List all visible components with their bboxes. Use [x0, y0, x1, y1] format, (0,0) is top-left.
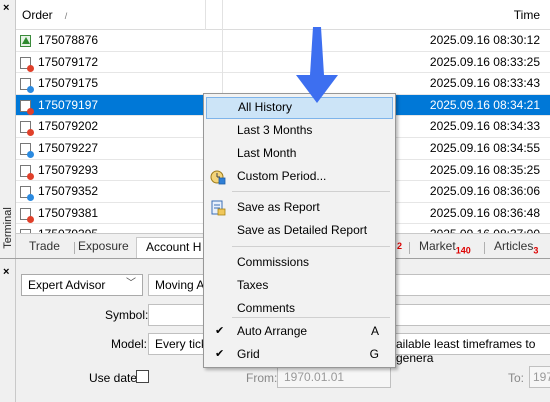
down-arrow-icon: [296, 27, 338, 103]
to-label: To:: [508, 371, 525, 385]
buy-icon: [20, 35, 31, 47]
shortcut-key: A: [370, 324, 379, 338]
articles-badge: 3: [533, 245, 539, 256]
menu-item-grid[interactable]: ✔ Grid G: [206, 344, 393, 366]
tab-articles[interactable]: Articles3: [485, 237, 547, 258]
tab-exposure[interactable]: Exposure: [69, 237, 138, 258]
sort-indicator-icon: /: [64, 11, 68, 21]
menu-item-last-3-months[interactable]: Last 3 Months: [206, 120, 393, 142]
menu-item-commissions[interactable]: Commissions: [206, 252, 393, 274]
tab-market[interactable]: Market140: [410, 237, 480, 258]
time-cell: 2025.09.16 08:34:55: [429, 140, 540, 155]
save-report-icon: [211, 200, 226, 216]
sell-blue-icon: [20, 142, 34, 158]
order-cell: 175079227: [38, 140, 99, 155]
sell-blue-icon: [20, 78, 34, 94]
time-cell: 2025.09.16 08:33:43: [429, 76, 540, 91]
order-cell: 175079395: [38, 224, 98, 233]
sell-stop-icon: [20, 99, 34, 115]
time-cell: 2025.09.16 08:30:12: [429, 33, 540, 47]
model-label: Model:: [111, 337, 148, 351]
terminal-sidebar: × Terminal: [0, 0, 16, 258]
time-cell: 2025.09.16 08:34:21: [429, 97, 540, 112]
order-cell: 175079175: [38, 76, 99, 91]
order-cell: 175078876: [38, 33, 99, 47]
from-label: From:: [246, 371, 278, 385]
column-header-time[interactable]: Time: [514, 8, 540, 22]
order-cell: 175079172: [38, 54, 99, 69]
table-row[interactable]: 175079172 2025.09.16 08:33:25: [16, 52, 550, 74]
tester-mode-select[interactable]: Expert Advisor ﹀: [21, 274, 143, 296]
menu-item-taxes[interactable]: Taxes: [206, 275, 393, 297]
tab-account-history[interactable]: Account H: [136, 237, 212, 258]
menu-separator: [232, 191, 390, 192]
model-hint: ailable least timeframes to genera: [396, 337, 536, 365]
order-cell: 175079352: [38, 184, 99, 199]
time-cell: 2025.09.16 08:37:00: [430, 224, 540, 233]
close-icon[interactable]: ×: [3, 3, 9, 14]
order-cell: 175079202: [38, 119, 99, 134]
sell-stop-icon: [20, 56, 34, 72]
sell-stop-icon: [20, 164, 34, 180]
history-context-menu: All History Last 3 Months Last Month Cus…: [203, 93, 396, 368]
check-icon: ✔: [215, 325, 225, 337]
tab-trade[interactable]: Trade: [20, 237, 69, 258]
use-date-label: Use date: [89, 371, 138, 385]
order-cell: 175079293: [38, 162, 99, 177]
menu-separator: [232, 317, 390, 318]
time-cell: 2025.09.16 08:35:25: [429, 162, 540, 177]
menu-item-save-as-report[interactable]: Save as Report: [206, 197, 393, 219]
order-cell: 175079381: [38, 205, 99, 220]
column-header-order[interactable]: Order /: [16, 0, 206, 30]
close-icon[interactable]: ×: [3, 267, 9, 278]
symbol-label: Symbol:: [105, 308, 149, 322]
menu-separator: [232, 246, 390, 247]
calendar-clock-icon: [210, 170, 226, 185]
menu-item-save-as-detailed-report[interactable]: Save as Detailed Report: [206, 220, 393, 242]
order-cell: 175079197: [38, 97, 99, 112]
menu-item-auto-arrange[interactable]: ✔ Auto Arrange A: [206, 321, 393, 343]
time-cell: 2025.09.16 08:36:48: [429, 205, 540, 220]
time-cell: 2025.09.16 08:33:25: [429, 54, 540, 69]
table-row[interactable]: 175078876 2025.09.16 08:30:12: [16, 30, 550, 52]
sell-stop-icon: [20, 207, 34, 223]
terminal-label: Terminal: [2, 207, 14, 249]
menu-item-last-month[interactable]: Last Month: [206, 143, 393, 165]
market-badge: 140: [455, 245, 471, 256]
check-icon: ✔: [215, 348, 225, 360]
menu-item-custom-period[interactable]: Custom Period...: [206, 166, 393, 188]
use-date-checkbox[interactable]: [136, 370, 149, 383]
to-date-field[interactable]: 197: [529, 366, 550, 388]
tester-sidebar: ×: [0, 259, 16, 402]
time-cell: 2025.09.16 08:34:33: [429, 119, 540, 134]
time-cell: 2025.09.16 08:36:06: [429, 184, 540, 199]
shortcut-key: G: [369, 347, 379, 361]
sell-stop-icon: [20, 121, 34, 137]
chevron-down-icon: ﹀: [126, 278, 136, 289]
sell-blue-icon: [20, 186, 34, 202]
table-header: Order / Time: [16, 0, 550, 30]
from-date-field[interactable]: 1970.01.01: [277, 366, 391, 388]
table-row[interactable]: 175079175 2025.09.16 08:33:43: [16, 73, 550, 95]
